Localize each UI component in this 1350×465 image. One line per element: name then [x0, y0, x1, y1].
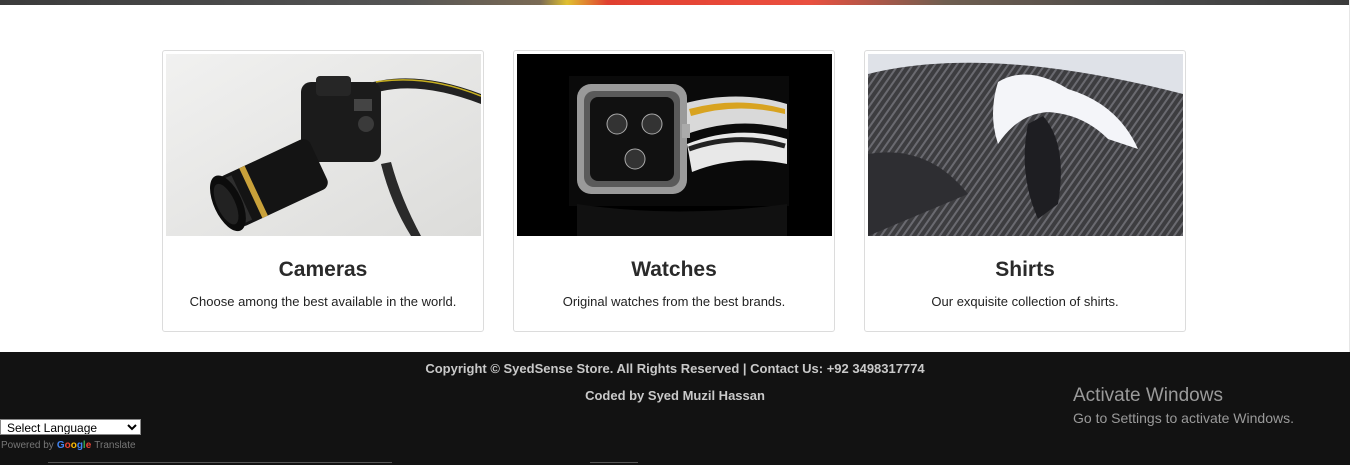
footer-divider [48, 462, 392, 463]
site-footer: Copyright © SyedSense Store. All Rights … [0, 352, 1350, 465]
camera-image[interactable] [166, 54, 481, 236]
watch-image[interactable] [517, 54, 832, 236]
footer-copyright: Copyright © SyedSense Store. All Rights … [425, 361, 925, 376]
windows-activation-watermark: Activate Windows Go to Settings to activ… [1073, 385, 1294, 426]
powered-by-google-translate: Powered by Google Translate [1, 440, 136, 451]
camera-icon [166, 54, 481, 236]
category-card-watches[interactable]: Watches Original watches from the best b… [513, 50, 835, 332]
watch-icon [517, 54, 832, 236]
google-logo-icon[interactable]: Google [57, 440, 91, 451]
activation-subtitle: Go to Settings to activate Windows. [1073, 410, 1294, 426]
footer-divider [590, 462, 638, 463]
shirt-image[interactable] [868, 54, 1183, 236]
card-title: Shirts [995, 258, 1055, 281]
card-description: Original watches from the best brands. [562, 294, 786, 309]
language-select[interactable]: Select Language [0, 419, 141, 435]
shirt-icon [868, 54, 1183, 236]
category-card-shirts[interactable]: Shirts Our exquisite collection of shirt… [864, 50, 1186, 332]
hero-banner-edge [0, 0, 1350, 5]
category-card-cameras[interactable]: Cameras Choose among the best available … [162, 50, 484, 332]
translate-link[interactable]: Translate [94, 440, 135, 451]
activation-title: Activate Windows [1073, 385, 1223, 406]
powered-by-label: Powered by [1, 440, 54, 451]
card-title: Watches [631, 258, 717, 281]
card-description: Choose among the best available in the w… [189, 294, 457, 309]
card-description: Our exquisite collection of shirts. [931, 294, 1119, 309]
card-title: Cameras [278, 258, 368, 281]
